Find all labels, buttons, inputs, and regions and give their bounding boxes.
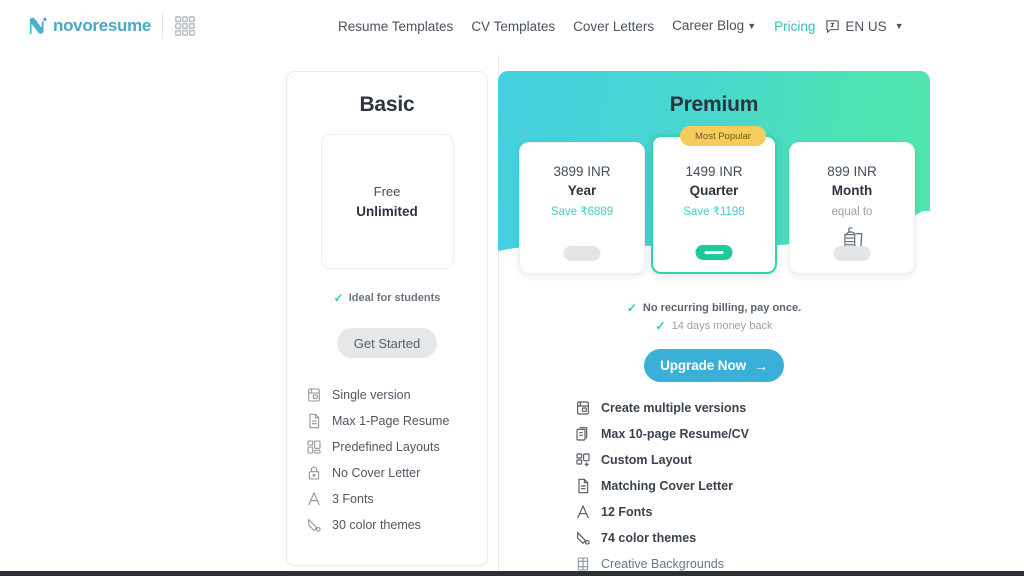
plan-radio-quarter[interactable] (695, 245, 733, 260)
feature-max-10-page-resume-cv: Max 10-page Resume/CV (575, 421, 749, 447)
brand-name: novoresume (53, 16, 152, 35)
feature-custom-layout: Custom Layout (575, 447, 749, 473)
feature-label: Max 1-Page Resume (332, 414, 450, 428)
feature-label: 30 color themes (332, 518, 421, 532)
basic-note-label: Ideal for students (348, 292, 441, 304)
chevron-down-icon: ▼ (747, 21, 757, 31)
feature-max-1-page-resume: Max 1-Page Resume (306, 408, 487, 434)
plan-period: Year (567, 183, 597, 198)
header-divider (162, 13, 164, 39)
check-icon: ✓ (626, 301, 637, 315)
chevron-down-icon: ▼ (894, 20, 904, 31)
feature-single-version: Single version (306, 382, 487, 408)
plan-radio-year[interactable] (563, 246, 601, 261)
language-label: EN US (845, 19, 887, 34)
premium-plan-section: Premium Most Popular 3899 INR Year Save … (498, 55, 1024, 576)
basic-price-box: Free Unlimited (320, 134, 454, 269)
guarantee-row: ✓ 14 days money back (498, 317, 930, 335)
bottom-strip (0, 571, 1024, 576)
basic-note: ✓ Ideal for students (287, 291, 487, 305)
feature-label: Custom Layout (601, 453, 692, 467)
multi-page-document-icon (575, 426, 591, 442)
feature-create-multiple-versions: Create multiple versions (575, 395, 749, 421)
novoresume-n-logo-icon (27, 15, 49, 37)
check-icon: ✓ (333, 291, 344, 305)
basic-plan-card: Basic Free Unlimited ✓ Ideal for student… (286, 71, 488, 566)
premium-plan-options: Most Popular 3899 INR Year Save ₹6889 14… (498, 126, 930, 274)
most-popular-badge: Most Popular (680, 126, 766, 146)
plan-option-month[interactable]: 899 INR Month equal to (789, 142, 915, 274)
feature-3-fonts: 3 Fonts (306, 486, 487, 512)
plan-price: 1499 INR (685, 164, 743, 179)
nav-item-career-blog-label: Career Blog (672, 18, 745, 33)
nav-item-cv-templates[interactable]: CV Templates (471, 17, 555, 37)
premium-feature-list: Create multiple versions Max 10-page Res… (575, 395, 749, 576)
plan-savings: Save ₹1198 (683, 206, 745, 218)
apps-grid-icon[interactable] (174, 15, 196, 37)
feature-label: 74 color themes (601, 531, 697, 545)
plan-option-quarter[interactable]: 1499 INR Quarter Save ₹1198 (651, 135, 777, 274)
main-navigation: Resume Templates CV Templates Cover Lett… (338, 16, 904, 37)
font-a-icon (306, 491, 322, 507)
basic-feature-list: Single version Max 1-Page Resume Predefi… (287, 382, 487, 538)
basic-plan-title: Basic (359, 93, 415, 116)
plan-option-year[interactable]: 3899 INR Year Save ₹6889 (519, 142, 645, 274)
guarantee-label: No recurring billing, pay once. (642, 302, 802, 314)
feature-matching-cover-letter: Matching Cover Letter (575, 473, 749, 499)
feature-label: Single version (332, 388, 411, 402)
guarantee-row: ✓ No recurring billing, pay once. (498, 299, 930, 317)
nav-item-cover-letters[interactable]: Cover Letters (573, 17, 654, 37)
plan-price: 899 INR (827, 164, 877, 179)
premium-guarantees: ✓ No recurring billing, pay once. ✓ 14 d… (498, 299, 930, 335)
upgrade-now-button[interactable]: Upgrade Now → (644, 349, 784, 382)
page-root: novoresume Resume Templates CV Templates… (0, 0, 1024, 576)
site-header: novoresume Resume Templates CV Templates… (0, 0, 1024, 53)
multiple-versions-icon (575, 400, 591, 416)
feature-label: No Cover Letter (332, 466, 421, 480)
feature-label: 12 Fonts (601, 505, 653, 519)
plan-equal-to-label: equal to (831, 206, 873, 218)
pen-color-icon (575, 530, 591, 546)
feature-label: Create multiple versions (601, 401, 747, 415)
nav-item-pricing[interactable]: Pricing (774, 17, 815, 37)
plan-price: 3899 INR (553, 164, 611, 179)
arrow-right-icon: → (754, 357, 768, 374)
upgrade-now-label: Upgrade Now (660, 358, 746, 373)
feature-label: Creative Backgrounds (601, 557, 724, 571)
language-selector[interactable]: EN US ▼ (825, 19, 904, 34)
font-a-icon (575, 504, 591, 520)
plan-radio-month[interactable] (833, 246, 871, 261)
layout-grid-icon (306, 439, 322, 455)
lock-icon (306, 465, 322, 481)
basic-price-label: Free (373, 183, 401, 199)
creative-background-icon (575, 556, 591, 572)
feature-label: Matching Cover Letter (601, 479, 733, 493)
pen-color-icon (306, 517, 322, 533)
get-started-button[interactable]: Get Started (337, 328, 437, 358)
language-translate-icon (825, 19, 840, 34)
document-page-icon (575, 478, 591, 494)
feature-label: Max 10-page Resume/CV (601, 427, 749, 441)
plan-savings: Save ₹6889 (550, 206, 614, 218)
feature-12-fonts: 12 Fonts (575, 499, 749, 525)
brand-logo[interactable]: novoresume (27, 13, 196, 39)
plan-period: Month (831, 183, 873, 198)
layout-add-icon (575, 452, 591, 468)
feature-30-color-themes: 30 color themes (306, 512, 487, 538)
basic-price-value: Unlimited (356, 203, 418, 219)
document-page-icon (306, 413, 322, 429)
guarantee-label: 14 days money back (671, 320, 773, 332)
single-version-icon (306, 387, 322, 403)
feature-predefined-layouts: Predefined Layouts (306, 434, 487, 460)
check-icon: ✓ (655, 319, 666, 333)
nav-item-career-blog[interactable]: Career Blog ▼ (672, 16, 756, 37)
feature-no-cover-letter: No Cover Letter (306, 460, 487, 486)
feature-label: 3 Fonts (332, 492, 374, 506)
plan-period: Quarter (689, 183, 739, 198)
feature-label: Predefined Layouts (332, 440, 440, 454)
nav-item-resume-templates[interactable]: Resume Templates (338, 17, 453, 37)
feature-74-color-themes: 74 color themes (575, 525, 749, 551)
